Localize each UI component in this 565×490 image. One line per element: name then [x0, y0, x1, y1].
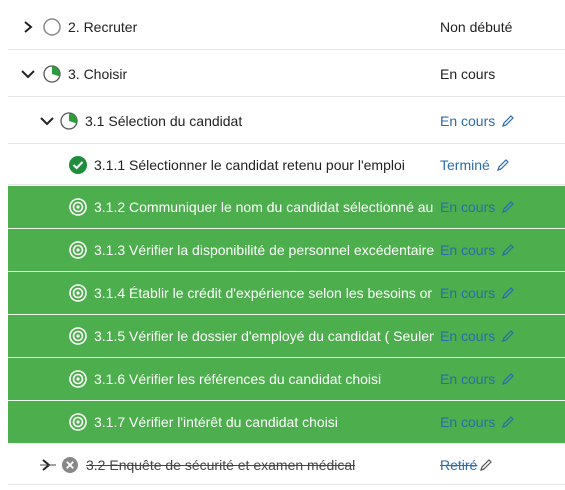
withdrawn-x-icon — [60, 455, 80, 475]
task-label: 2. Recruter — [68, 18, 138, 35]
task-label: 3.1.4 Établir le crédit d'expérience sel… — [94, 285, 433, 301]
pencil-icon[interactable] — [479, 458, 493, 472]
pencil-icon[interactable] — [501, 286, 515, 300]
task-status-link[interactable]: En cours — [440, 358, 515, 400]
task-row-3-1-3[interactable]: 3.1.3 Vérifier la disponibilité de perso… — [8, 229, 565, 272]
target-icon — [68, 283, 88, 303]
task-label: 3.1.2 Communiquer le nom du candidat sél… — [94, 199, 434, 215]
task-row-recruter[interactable]: 2. Recruter Non débuté — [8, 4, 565, 50]
task-row-3-1-1[interactable]: 3.1.1 Sélectionner le candidat retenu po… — [8, 145, 565, 185]
task-status-link[interactable]: Terminé — [440, 145, 510, 184]
task-status-link[interactable]: En cours — [440, 315, 515, 357]
target-icon — [68, 369, 88, 389]
not-started-icon — [42, 17, 62, 37]
task-row-3-1-7[interactable]: 3.1.7 Vérifier l'intérêt du candidat cho… — [8, 401, 565, 444]
task-label: 3.1.1 Sélectionner le candidat retenu po… — [94, 156, 405, 173]
pencil-icon[interactable] — [501, 200, 515, 214]
chevron-right-icon[interactable] — [40, 457, 56, 473]
task-row-choisir[interactable]: 3. Choisir En cours — [8, 51, 565, 97]
in-progress-icon — [59, 111, 79, 131]
target-icon — [68, 240, 88, 260]
task-row-3-1-2[interactable]: 3.1.2 Communiquer le nom du candidat sél… — [8, 186, 565, 229]
task-row-3-1-6[interactable]: 3.1.6 Vérifier les références du candida… — [8, 358, 565, 401]
in-progress-icon — [42, 64, 62, 84]
pencil-icon[interactable] — [496, 158, 510, 172]
task-row-selection[interactable]: 3.1 Sélection du candidat En cours — [8, 98, 565, 144]
task-row-3-2[interactable]: 3.2 Enquête de sécurité et examen médica… — [8, 445, 565, 485]
completed-check-icon — [68, 155, 88, 175]
pencil-icon[interactable] — [501, 372, 515, 386]
chevron-right-icon[interactable] — [20, 19, 36, 35]
task-status-link[interactable]: En cours — [440, 229, 515, 271]
target-icon — [68, 197, 88, 217]
pencil-icon[interactable] — [501, 329, 515, 343]
pencil-icon[interactable] — [501, 415, 515, 429]
chevron-down-icon[interactable] — [39, 113, 55, 129]
task-row-3-1-5[interactable]: 3.1.5 Vérifier le dossier d'employé du c… — [8, 315, 565, 358]
task-status-link[interactable]: En cours — [440, 98, 515, 143]
task-status-link[interactable]: En cours — [440, 272, 515, 314]
task-label: 3. Choisir — [68, 65, 128, 82]
task-row-3-1-4[interactable]: 3.1.4 Établir le crédit d'expérience sel… — [8, 272, 565, 315]
task-status: En cours — [440, 65, 496, 82]
target-icon — [68, 326, 88, 346]
task-label: 3.1.3 Vérifier la disponibilité de perso… — [94, 242, 434, 258]
task-label: 3.2 Enquête de sécurité et examen médica… — [86, 456, 356, 473]
task-label: 3.1.7 Vérifier l'intérêt du candidat cho… — [94, 414, 338, 430]
target-icon — [68, 412, 88, 432]
pencil-icon[interactable] — [501, 243, 515, 257]
task-label: 3.1.6 Vérifier les références du candida… — [94, 371, 382, 387]
pencil-icon[interactable] — [501, 114, 515, 128]
task-status: Non débuté — [440, 18, 513, 35]
task-label: 3.1.5 Vérifier le dossier d'employé du c… — [94, 328, 434, 344]
chevron-down-icon[interactable] — [20, 66, 36, 82]
task-status-link[interactable]: En cours — [440, 186, 515, 228]
task-label: 3.1 Sélection du candidat — [85, 112, 243, 129]
task-status-link[interactable]: En cours — [440, 401, 515, 443]
task-status-link[interactable]: Retiré — [440, 445, 493, 484]
